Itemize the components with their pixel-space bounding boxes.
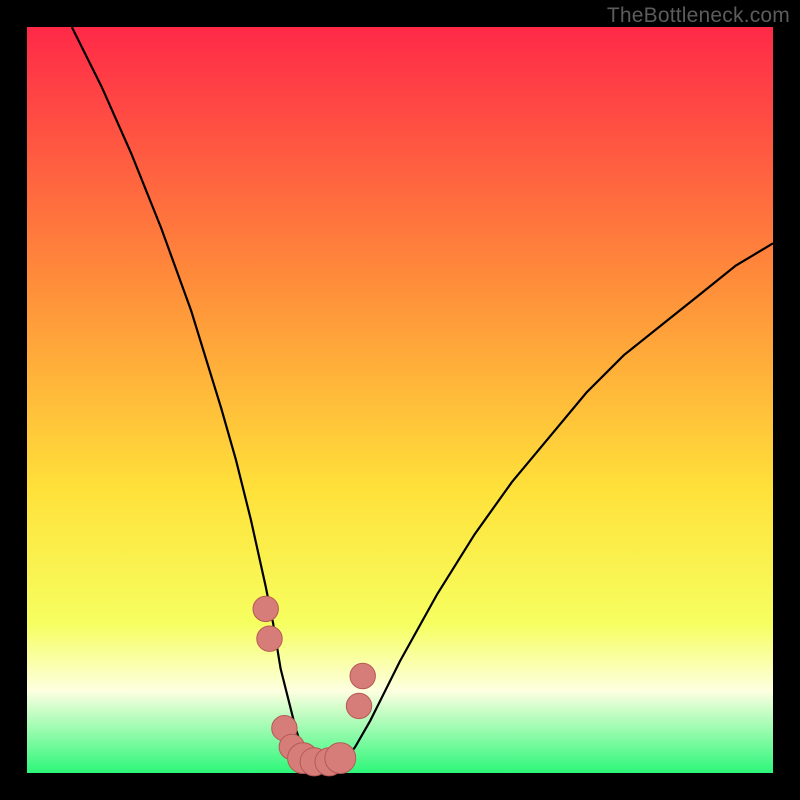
data-marker — [257, 626, 282, 651]
outer-frame: TheBottleneck.com — [0, 0, 800, 800]
data-marker — [346, 693, 371, 718]
chart-canvas — [0, 0, 800, 800]
data-marker — [253, 596, 278, 621]
data-marker — [350, 663, 375, 688]
data-marker — [325, 743, 356, 774]
